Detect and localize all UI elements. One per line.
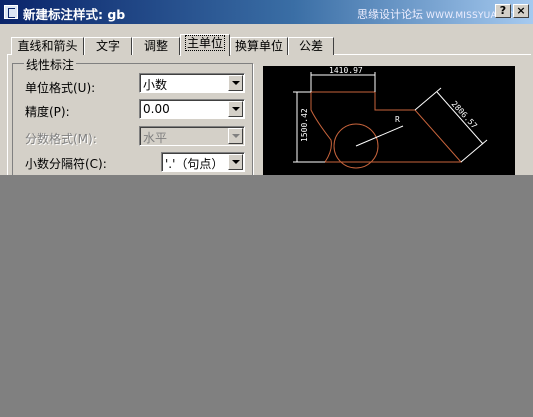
- tab-lines-arrows[interactable]: 直线和箭头: [11, 37, 84, 55]
- decimal-separator-value: '.'（句点）: [165, 157, 224, 171]
- watermark-text: 思缘设计论坛: [357, 8, 423, 21]
- title-bar[interactable]: 新建标注样式: gb 思缘设计论坛 WWW.MISSYUAN.COM ? ×: [0, 0, 533, 24]
- fraction-format-value: 水平: [143, 131, 168, 145]
- tab-alternate-units[interactable]: 换算单位: [230, 37, 288, 55]
- tab-label: 换算单位: [234, 39, 283, 53]
- help-button[interactable]: ?: [495, 4, 511, 18]
- tab-text[interactable]: 文字: [84, 37, 132, 55]
- tab-label: 直线和箭头: [17, 39, 78, 53]
- precision-label: 精度(P):: [25, 105, 70, 119]
- unit-format-label: 单位格式(U):: [25, 81, 96, 95]
- preview-pane: 1410.97 1500.42 2806.57 R: [263, 66, 515, 175]
- tab-label: 主单位: [184, 35, 226, 51]
- part-outline: [310, 91, 463, 169]
- dimension-style-dialog: 新建标注样式: gb 思缘设计论坛 WWW.MISSYUAN.COM ? × 直线…: [0, 0, 533, 175]
- decimal-separator-label: 小数分隔符(C):: [25, 157, 107, 171]
- decimal-separator-select[interactable]: '.'（句点）: [161, 152, 245, 172]
- unit-format-value: 小数: [143, 78, 168, 92]
- dim-label-diagonal: 2806.57: [450, 99, 479, 130]
- dim-label-left: 1500.42: [300, 108, 309, 142]
- unit-format-select[interactable]: 小数: [139, 73, 245, 93]
- close-button[interactable]: ×: [513, 4, 529, 18]
- tab-fit[interactable]: 调整: [132, 37, 180, 55]
- precision-value: 0.00: [143, 102, 170, 116]
- chevron-down-icon[interactable]: [228, 128, 243, 144]
- precision-select[interactable]: 0.00: [139, 99, 245, 119]
- tab-label: 公差: [298, 39, 323, 53]
- preview-drawing: 1410.97 1500.42 2806.57 R: [293, 66, 488, 169]
- tab-primary-units[interactable]: 主单位: [180, 34, 230, 56]
- window-title: 新建标注样式: gb: [23, 7, 126, 22]
- dim-label-top: 1410.97: [329, 66, 363, 75]
- tab-tolerances[interactable]: 公差: [288, 37, 334, 55]
- tab-label: 调整: [143, 39, 168, 53]
- chevron-down-icon[interactable]: [228, 154, 243, 170]
- dimension-lines: [293, 72, 488, 163]
- fraction-format-label: 分数格式(M):: [25, 132, 97, 146]
- dim-label-radius: R: [395, 115, 400, 124]
- app-icon: [4, 5, 18, 19]
- chevron-down-icon[interactable]: [228, 101, 243, 117]
- dimension-labels: 1410.97 1500.42 2806.57 R: [300, 66, 479, 142]
- chevron-down-icon[interactable]: [228, 75, 243, 91]
- fraction-format-select[interactable]: 水平: [139, 126, 245, 146]
- tab-label: 文字: [95, 39, 120, 53]
- group-title: 线性标注: [24, 56, 77, 73]
